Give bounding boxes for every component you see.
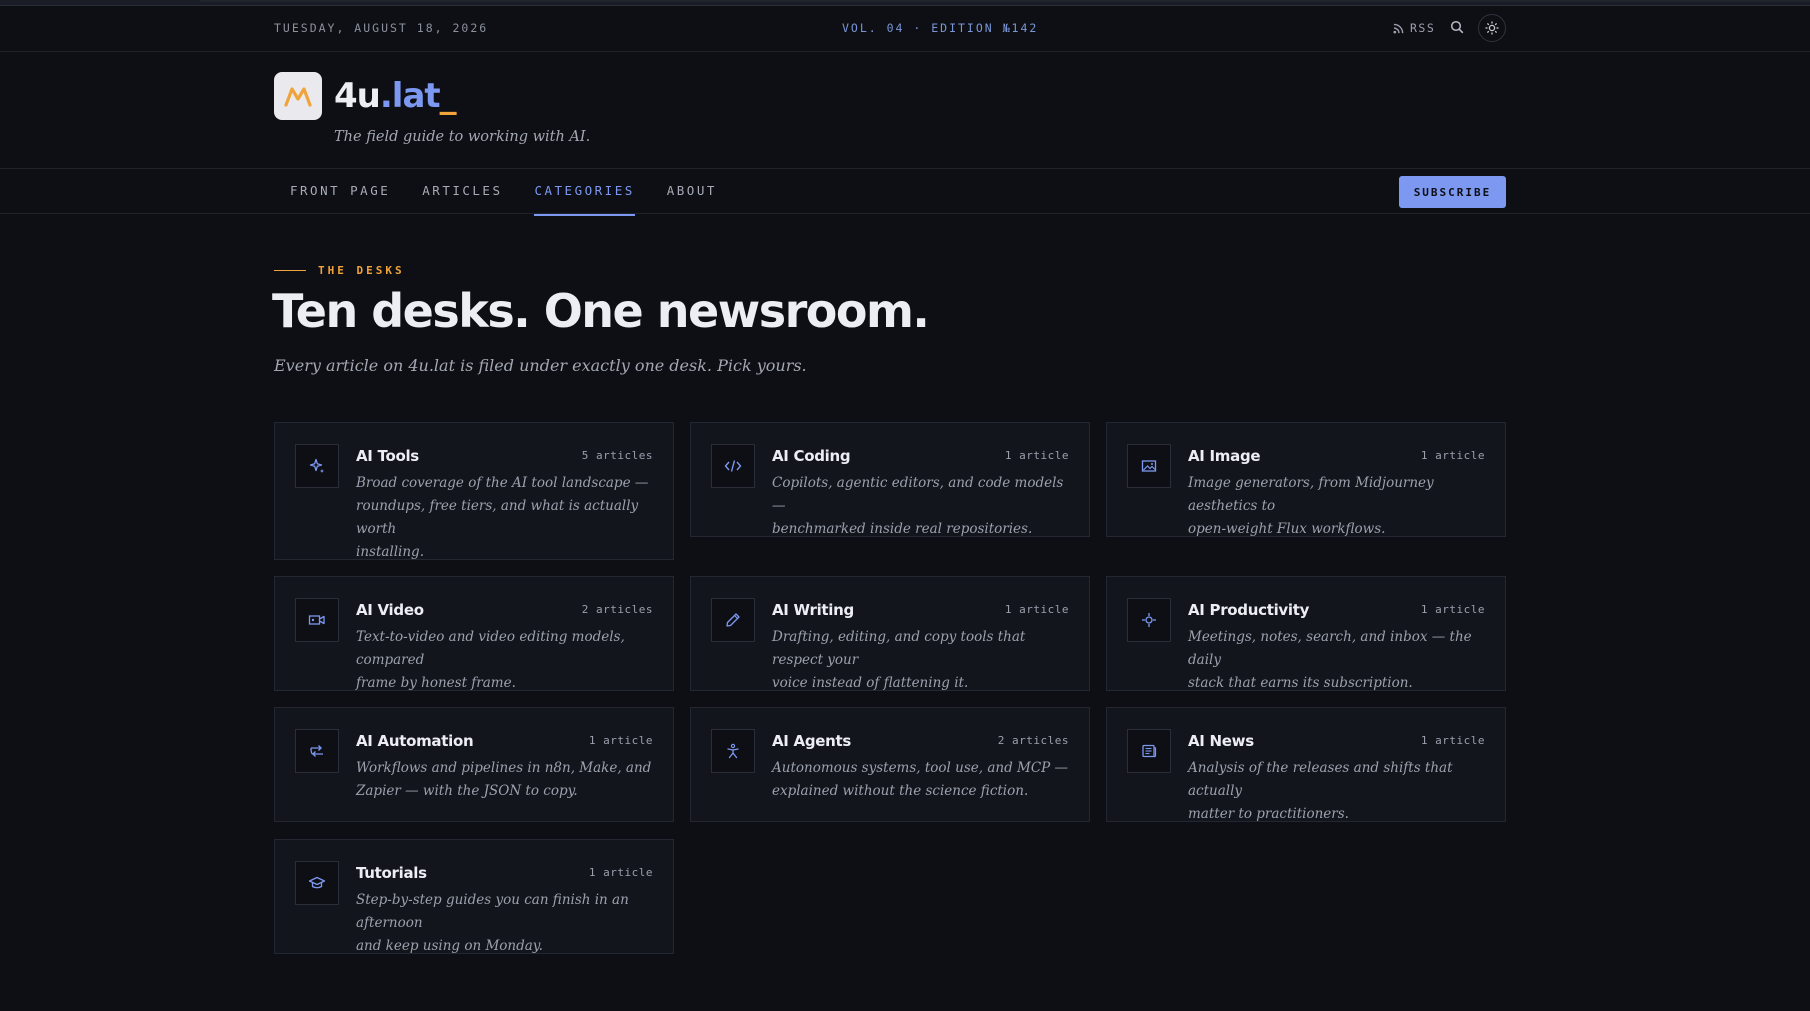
category-card-ai-agents[interactable]: AI Agents 2 articles Autonomous systems,… [690,707,1090,822]
logo-icon [274,72,322,120]
category-description: Copilots, agentic editors, and code mode… [772,475,1064,537]
category-card-ai-tools[interactable]: AI Tools 5 articles Broad coverage of th… [274,422,674,560]
category-title: AI Productivity [1188,601,1310,619]
eyebrow-label: THE DESKS [318,264,405,277]
article-count: 1 article [588,734,653,747]
article-count: 1 article [1004,603,1069,616]
category-description: Analysis of the releases and shifts that… [1188,760,1453,822]
workflow-icon [295,729,339,773]
article-count: 1 article [1420,603,1485,616]
category-description: Workflows and pipelines in n8n, Make, an… [356,760,652,799]
category-card-ai-video[interactable]: AI Video 2 articles Text-to-video and vi… [274,576,674,691]
article-count: 1 article [1004,449,1069,462]
site-tagline: The field guide to working with AI. [334,129,591,145]
graduation-cap-icon [295,861,339,905]
section-eyebrow: THE DESKS [274,264,405,277]
category-card-ai-automation[interactable]: AI Automation 1 article Workflows and pi… [274,707,674,822]
theme-toggle-button[interactable] [1478,14,1506,42]
category-card-ai-image[interactable]: AI Image 1 article Image generators, fro… [1106,422,1506,537]
edition-label: VOL. 04 · EDITION №142 [842,21,1039,35]
category-description: Text-to-video and video editing models, … [356,629,625,691]
subscribe-button[interactable]: SUBSCRIBE [1399,176,1506,208]
site-wordmark: 4u.lat_ [334,76,457,116]
sparkle-icon [295,444,339,488]
category-title: AI Image [1188,447,1261,465]
target-icon [1127,598,1171,642]
category-card-ai-writing[interactable]: AI Writing 1 article Drafting, editing, … [690,576,1090,691]
eyebrow-rule [274,270,306,271]
code-icon [711,444,755,488]
category-card-tutorials[interactable]: Tutorials 1 article Step-by-step guides … [274,839,674,954]
category-description: Meetings, notes, search, and inbox — the… [1188,629,1472,691]
category-card-ai-coding[interactable]: AI Coding 1 article Copilots, agentic ed… [690,422,1090,537]
sun-icon [1485,21,1499,35]
brand-link[interactable]: 4u.lat_ [274,72,457,120]
page-intro: Every article on 4u.lat is filed under e… [274,356,807,375]
category-description: Step-by-step guides you can finish in an… [356,892,629,954]
newspaper-icon [1127,729,1171,773]
article-count: 1 article [1420,449,1485,462]
main-nav-bar: FRONT PAGE ARTICLES CATEGORIES ABOUT SUB… [0,168,1810,216]
category-card-ai-productivity[interactable]: AI Productivity 1 article Meetings, note… [1106,576,1506,691]
page-title: Ten desks. One newsroom. [272,284,930,338]
image-icon [1127,444,1171,488]
category-title: AI News [1188,732,1254,750]
pen-icon [711,598,755,642]
rss-icon [1393,23,1404,34]
article-count: 2 articles [581,603,653,616]
category-title: AI Video [356,601,424,619]
search-button[interactable] [1450,20,1466,36]
category-title: AI Coding [772,447,851,465]
rss-label: RSS [1410,21,1436,35]
rss-link[interactable]: RSS [1393,21,1435,35]
article-count: 1 article [1420,734,1485,747]
video-icon [295,598,339,642]
category-title: AI Automation [356,732,474,750]
category-title: AI Agents [772,732,852,750]
search-icon [1450,20,1464,34]
category-title: Tutorials [356,864,427,882]
article-count: 1 article [588,866,653,879]
nav-categories[interactable]: CATEGORIES [534,169,636,216]
nav-about[interactable]: ABOUT [667,169,717,215]
category-title: AI Writing [772,601,854,619]
category-description: Autonomous systems, tool use, and MCP — … [772,760,1069,799]
category-description: Broad coverage of the AI tool landscape … [356,475,649,560]
category-card-ai-news[interactable]: AI News 1 article Analysis of the releas… [1106,707,1506,822]
article-count: 5 articles [581,449,653,462]
article-count: 2 articles [997,734,1069,747]
main-nav: FRONT PAGE ARTICLES CATEGORIES ABOUT [290,169,749,216]
masthead-bar: TUESDAY, AUGUST 18, 2026 VOL. 04 · EDITI… [0,6,1810,52]
issue-date: TUESDAY, AUGUST 18, 2026 [274,21,489,35]
agent-icon [711,729,755,773]
category-description: Image generators, from Midjourney aesthe… [1188,475,1434,537]
nav-articles[interactable]: ARTICLES [422,169,502,215]
nav-front-page[interactable]: FRONT PAGE [290,169,390,215]
category-description: Drafting, editing, and copy tools that r… [772,629,1026,691]
category-title: AI Tools [356,447,419,465]
